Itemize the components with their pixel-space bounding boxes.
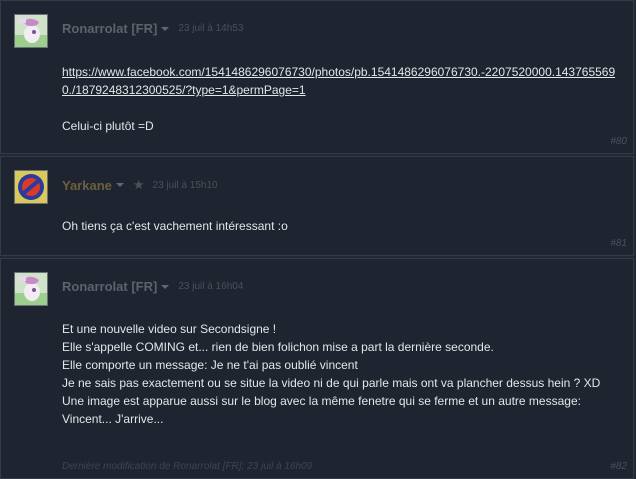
post-header: Yarkane ★ 23 juil à 15h10	[62, 177, 218, 193]
pony-avatar-icon	[15, 273, 47, 305]
post-body: Oh tiens ça c'est vachement intéressant …	[62, 217, 623, 235]
comment-post: Ronarrolat [FR] 23 juil à 16h04 Et une n…	[0, 258, 634, 479]
post-line: Je ne sais pas exactement ou se situe la…	[62, 376, 601, 390]
post-timestamp[interactable]: 23 juil à 16h04	[178, 281, 243, 292]
post-timestamp[interactable]: 23 juil à 14h53	[178, 23, 243, 34]
post-timestamp[interactable]: 23 juil à 15h10	[153, 180, 218, 191]
post-body: Et une nouvelle video sur Secondsigne ! …	[62, 320, 623, 428]
post-line: Une image est apparue aussi sur le blog …	[62, 394, 581, 426]
avatar[interactable]	[14, 170, 48, 204]
post-number[interactable]: #82	[610, 461, 627, 472]
pony-avatar-icon	[15, 15, 47, 47]
post-text: Celui-ci plutôt =D	[62, 119, 154, 133]
chevron-down-icon[interactable]	[161, 284, 170, 289]
post-number[interactable]: #80	[610, 136, 627, 147]
comment-post: Ronarrolat [FR] 23 juil à 14h53 https://…	[0, 0, 634, 154]
avatar[interactable]	[14, 272, 48, 306]
post-line: Elle comporte un message: Je ne t'ai pas…	[62, 358, 358, 372]
post-line: Et une nouvelle video sur Secondsigne !	[62, 322, 277, 336]
avatar[interactable]	[14, 14, 48, 48]
post-text: Oh tiens ça c'est vachement intéressant …	[62, 219, 288, 233]
post-header: Ronarrolat [FR] 23 juil à 14h53	[62, 21, 243, 36]
author-name[interactable]: Ronarrolat [FR]	[62, 279, 157, 294]
comment-thread: Ronarrolat [FR] 23 juil à 14h53 https://…	[0, 0, 636, 479]
chevron-down-icon[interactable]	[161, 26, 170, 31]
author-name[interactable]: Ronarrolat [FR]	[62, 21, 157, 36]
chevron-down-icon[interactable]	[115, 183, 124, 187]
post-link[interactable]: https://www.facebook.com/154148629607673…	[62, 65, 615, 97]
star-icon: ★	[132, 177, 145, 192]
comment-post: Yarkane ★ 23 juil à 15h10 Oh tiens ça c'…	[0, 156, 634, 256]
post-header: Ronarrolat [FR] 23 juil à 16h04	[62, 279, 243, 294]
post-number[interactable]: #81	[610, 238, 627, 249]
post-body: https://www.facebook.com/154148629607673…	[62, 63, 623, 135]
author-name[interactable]: Yarkane	[62, 178, 112, 193]
post-line: Elle s'appelle COMING et... rien de bien…	[62, 340, 494, 354]
edit-note: Dernière modification de Ronarrolat [FR]…	[62, 461, 313, 472]
no-entry-sign-icon	[15, 171, 47, 203]
